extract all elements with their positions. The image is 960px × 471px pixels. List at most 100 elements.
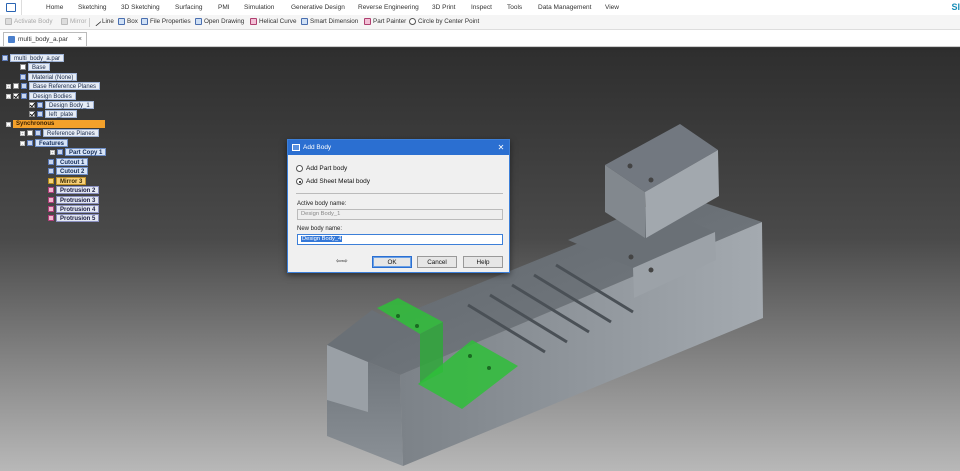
dialog-title-bar[interactable]: Add Body ✕: [288, 140, 509, 155]
smart-dimension-button[interactable]: Smart Dimension: [301, 18, 358, 25]
menu-home[interactable]: Home: [46, 4, 63, 11]
line-button[interactable]: Line: [91, 16, 114, 27]
open-drawing-button[interactable]: Open Drawing: [195, 18, 244, 25]
visibility-checkbox[interactable]: [29, 102, 35, 108]
tree-cutout-1[interactable]: Cutout 1: [48, 158, 89, 166]
circle-center-button[interactable]: Circle by Center Point: [409, 18, 479, 25]
menu-inspect[interactable]: Inspect: [471, 4, 492, 11]
close-tab-icon[interactable]: ×: [78, 36, 82, 43]
tree-protrusion-5[interactable]: Protrusion 5: [48, 214, 100, 222]
radio-button[interactable]: [296, 165, 303, 172]
tree-cutout-2[interactable]: Cutout 2: [48, 167, 89, 175]
mirror-button[interactable]: Mirror: [61, 18, 86, 25]
add-body-dialog: Add Body ✕ Add Part body Add Sheet Metal…: [287, 139, 510, 273]
part-document-icon: [8, 36, 15, 43]
cutout-icon: [48, 168, 54, 174]
tree-protrusion-4[interactable]: Protrusion 4: [48, 205, 100, 213]
menu-view[interactable]: View: [605, 4, 619, 11]
tree-protrusion-2[interactable]: Protrusion 2: [48, 186, 100, 194]
expand-icon[interactable]: +: [6, 83, 11, 89]
protrusion-icon: [48, 197, 54, 203]
file-properties-button[interactable]: File Properties: [141, 18, 191, 25]
app-icon: [5, 3, 16, 12]
open-drawing-icon: [195, 18, 202, 25]
line-icon: [91, 16, 102, 27]
command-separator: [89, 18, 90, 27]
dialog-separator: [296, 193, 503, 194]
menu-generative-design[interactable]: Generative Design: [291, 4, 345, 11]
ribbon-menu-bar: Home Sketching 3D Sketching Surfacing PM…: [0, 0, 960, 15]
close-icon[interactable]: ✕: [493, 140, 509, 155]
visibility-checkbox[interactable]: [29, 111, 35, 117]
tree-protrusion-3[interactable]: Protrusion 3: [48, 196, 100, 204]
radio-button[interactable]: [296, 178, 303, 185]
menu-surfacing[interactable]: Surfacing: [175, 4, 202, 11]
ok-button[interactable]: OK: [372, 256, 412, 268]
menu-3d-sketching[interactable]: 3D Sketching: [121, 4, 160, 11]
tree-mirror-3[interactable]: Mirror 3: [48, 177, 87, 185]
dialog-icon: [292, 144, 300, 151]
add-part-body-option[interactable]: Add Part body: [296, 165, 347, 172]
tree-root[interactable]: multi_body_a.par: [2, 54, 65, 62]
active-body-field: Design Body_1: [297, 209, 503, 220]
menu-3d-print[interactable]: 3D Print: [432, 4, 455, 11]
visibility-checkbox[interactable]: [13, 83, 19, 89]
tree-features[interactable]: - Features: [20, 139, 69, 147]
menu-tools[interactable]: Tools: [507, 4, 522, 11]
mirror-icon: [48, 178, 54, 184]
expand-icon[interactable]: -: [6, 121, 11, 127]
tree-base-ref-planes[interactable]: + Base Reference Planes: [6, 82, 101, 90]
tree-synchronous[interactable]: - Synchronous: [6, 120, 105, 128]
protrusion-icon: [48, 215, 54, 221]
part-icon: [2, 55, 8, 61]
box-button[interactable]: Box: [118, 18, 138, 25]
circle-icon: [409, 18, 416, 25]
tree-design-body-1[interactable]: Design Body_1: [29, 101, 94, 109]
add-sheet-metal-body-option[interactable]: Add Sheet Metal body: [296, 178, 370, 185]
menu-sketching[interactable]: Sketching: [78, 4, 107, 11]
activate-body-icon: [5, 18, 12, 25]
application-button[interactable]: [0, 0, 22, 15]
menu-simulation[interactable]: Simulation: [244, 4, 274, 11]
protrusion-icon: [48, 187, 54, 193]
menu-pmi[interactable]: PMI: [218, 4, 230, 11]
command-bar: Activate Body Mirror Line Box File Prope…: [0, 15, 960, 30]
protrusion-icon: [48, 206, 54, 212]
riser-hole: [648, 267, 654, 273]
cancel-button[interactable]: Cancel: [417, 256, 457, 268]
plate-hole: [487, 366, 491, 370]
activate-body-button[interactable]: Activate Body: [5, 18, 53, 25]
body-icon: [37, 102, 43, 108]
part-painter-button[interactable]: Part Painter: [364, 18, 406, 25]
tree-left-plate[interactable]: left_plate: [29, 110, 78, 118]
tree-reference-planes[interactable]: + Reference Planes: [20, 129, 99, 137]
visibility-checkbox[interactable]: [13, 93, 19, 99]
document-tab-bar: multi_body_a.par ×: [0, 30, 960, 47]
body-icon: [37, 111, 43, 117]
part-copy-icon: [57, 149, 63, 155]
expand-icon[interactable]: -: [6, 93, 11, 99]
helical-curve-button[interactable]: Helical Curve: [250, 18, 296, 25]
helical-curve-icon: [250, 18, 257, 25]
plate-hole: [468, 354, 472, 358]
tower-hole: [627, 163, 633, 169]
expand-icon[interactable]: +: [50, 149, 55, 155]
visibility-checkbox[interactable]: [20, 64, 26, 70]
menu-data-management[interactable]: Data Management: [538, 4, 591, 11]
document-tab[interactable]: multi_body_a.par ×: [3, 32, 87, 46]
expand-icon[interactable]: +: [20, 130, 25, 136]
mirror-icon: [61, 18, 68, 25]
box-icon: [118, 18, 125, 25]
tree-material[interactable]: Material (None): [20, 73, 78, 81]
expand-icon[interactable]: -: [20, 140, 25, 146]
visibility-checkbox[interactable]: [27, 130, 33, 136]
new-body-name-input[interactable]: Design Body_4: [297, 234, 503, 245]
tree-part-copy[interactable]: + Part Copy 1: [50, 148, 107, 156]
menu-reverse-engineering[interactable]: Reverse Engineering: [358, 4, 419, 11]
cutout-icon: [48, 159, 54, 165]
help-button[interactable]: Help: [463, 256, 503, 268]
options-arrows-icon[interactable]: ⇦⇨: [336, 257, 350, 266]
tree-base[interactable]: Base: [20, 63, 50, 71]
plate-hole: [415, 324, 419, 328]
tree-design-bodies[interactable]: - Design Bodies: [6, 92, 76, 100]
